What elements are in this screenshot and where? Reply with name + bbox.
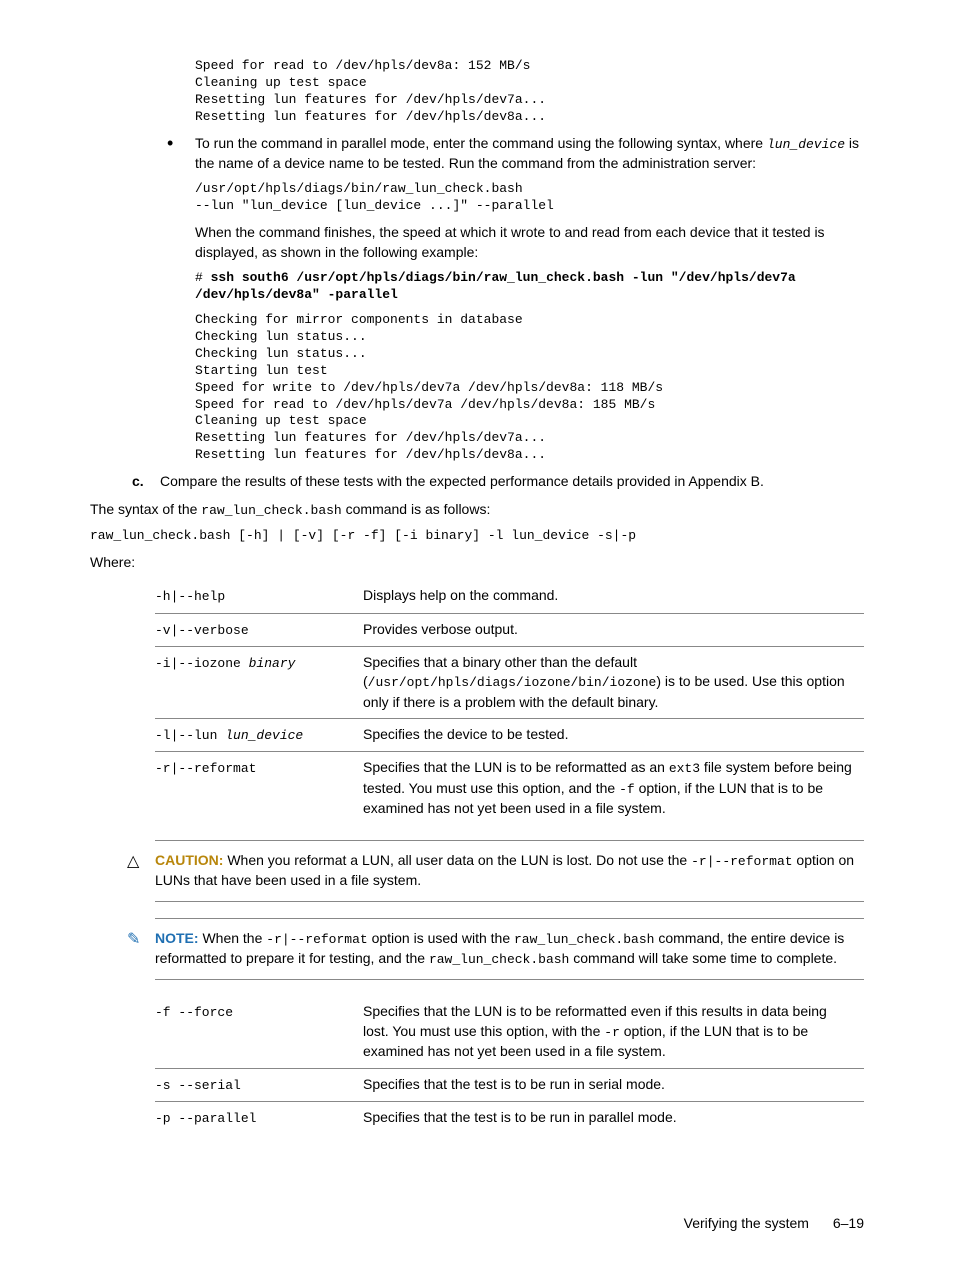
- parallel-cmd: /usr/opt/hpls/diags/bin/raw_lun_check.ba…: [195, 181, 864, 215]
- page-footer: Verifying the system 6–19: [90, 1214, 864, 1234]
- option-row: -f --force Specifies that the LUN is to …: [155, 996, 864, 1068]
- option-row: -l|--lun lun_device Specifies the device…: [155, 719, 864, 752]
- caution-title: CAUTION:: [155, 852, 223, 868]
- step-c-label: c.: [132, 472, 144, 492]
- bullet-intro-1: To run the command in parallel mode, ent…: [195, 135, 767, 151]
- caution-box: △ CAUTION: When you reformat a LUN, all …: [155, 840, 864, 902]
- option-row: -h|--help Displays help on the command.: [155, 580, 864, 613]
- option-row: -v|--verbose Provides verbose output.: [155, 613, 864, 646]
- caution-icon: △: [127, 851, 139, 873]
- note-box: ✎ NOTE: When the -r|--reformat option is…: [155, 918, 864, 980]
- note-icon: ✎: [127, 929, 140, 951]
- where-label: Where:: [90, 553, 864, 573]
- parallel-after: When the command finishes, the speed at …: [195, 223, 864, 262]
- parallel-example: # ssh south6 /usr/opt/hpls/diags/bin/raw…: [195, 270, 864, 304]
- note-title: NOTE:: [155, 930, 199, 946]
- options-table-1: -h|--help Displays help on the command. …: [155, 580, 864, 824]
- page-number: 6–19: [833, 1215, 864, 1231]
- preamble-output: Speed for read to /dev/hpls/dev8a: 152 M…: [195, 58, 864, 126]
- parallel-output: Checking for mirror components in databa…: [195, 312, 864, 464]
- option-row: -p --parallel Specifies that the test is…: [155, 1102, 864, 1135]
- syntax-line: raw_lun_check.bash [-h] | [-v] [-r -f] […: [90, 528, 864, 545]
- options-table-2: -f --force Specifies that the LUN is to …: [155, 996, 864, 1134]
- step-c: c. Compare the results of these tests wi…: [160, 472, 864, 492]
- syntax-intro: The syntax of the raw_lun_check.bash com…: [90, 500, 864, 520]
- bullet-intro-code: lun_device: [767, 137, 845, 152]
- option-row: -r|--reformat Specifies that the LUN is …: [155, 752, 864, 824]
- bullet-parallel: To run the command in parallel mode, ent…: [195, 134, 864, 174]
- footer-text: Verifying the system: [684, 1215, 809, 1231]
- option-row: -i|--iozone binary Specifies that a bina…: [155, 646, 864, 718]
- step-c-text: Compare the results of these tests with …: [160, 473, 764, 489]
- option-row: -s --serial Specifies that the test is t…: [155, 1068, 864, 1101]
